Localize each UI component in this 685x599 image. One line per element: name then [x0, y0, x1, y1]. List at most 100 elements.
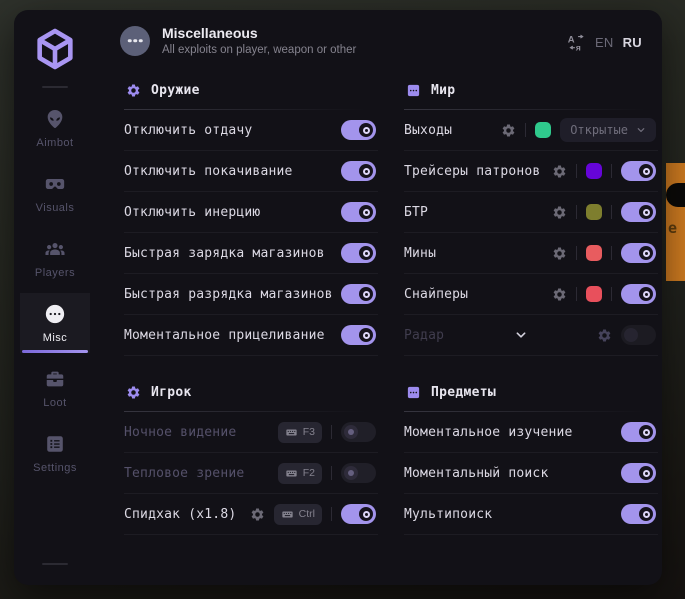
toggle-switch[interactable] — [341, 120, 376, 140]
feature-row: Выходы Открытые — [404, 110, 658, 151]
toggle-switch[interactable] — [621, 504, 656, 524]
feature-row: Трейсеры патронов — [404, 151, 658, 192]
hotkey-badge[interactable]: F2 — [278, 463, 322, 484]
row-controls — [341, 202, 376, 222]
settings-gear-button[interactable] — [250, 507, 265, 522]
expand-chevron-button[interactable] — [513, 327, 529, 343]
section-items: Предметы Моментальное изучение Моменталь… — [404, 372, 658, 535]
section-title: Предметы — [431, 385, 496, 400]
page-header: Miscellaneous All exploits on player, we… — [96, 10, 662, 62]
toggle-switch[interactable] — [341, 422, 376, 442]
alien-icon — [44, 108, 66, 130]
row-controls — [341, 243, 376, 263]
gear-icon — [552, 287, 567, 302]
row-controls — [552, 284, 656, 304]
toggle-switch[interactable] — [621, 284, 656, 304]
sidebar-item-players[interactable]: Players — [20, 228, 90, 288]
color-swatch-button[interactable] — [586, 204, 602, 220]
gear-icon — [552, 205, 567, 220]
feature-label: Моментальный поиск — [404, 466, 548, 481]
keyboard-icon — [285, 467, 298, 480]
toggle-switch[interactable] — [341, 325, 376, 345]
feature-row: Отключить инерцию — [124, 192, 378, 233]
sidebar-item-loot[interactable]: Loot — [20, 358, 90, 418]
toggle-knob — [344, 466, 358, 480]
section-rows: Отключить отдачу Отключить покачивание О… — [124, 110, 378, 356]
language-option-ru[interactable]: RU — [623, 35, 642, 50]
feature-row: Мины — [404, 233, 658, 274]
feature-row: Радар — [404, 315, 658, 356]
toggle-switch[interactable] — [341, 161, 376, 181]
section-rows: Выходы Открытые Трейсеры патронов БТР Ми… — [404, 110, 658, 356]
toggle-switch[interactable] — [341, 504, 376, 524]
feature-row: Быстрая разрядка магазинов — [124, 274, 378, 315]
section-title: Оружие — [151, 83, 200, 98]
gear-icon — [501, 123, 516, 138]
feature-row: Отключить покачивание — [124, 151, 378, 192]
feature-label: Трейсеры патронов — [404, 164, 540, 179]
row-controls — [621, 422, 656, 442]
column-left: Оружие Отключить отдачу Отключить покачи… — [124, 70, 378, 585]
toggle-knob — [359, 328, 373, 342]
color-swatch-button[interactable] — [586, 245, 602, 261]
background-billboard: е — [666, 163, 685, 281]
settings-gear-button[interactable] — [552, 246, 567, 261]
list-settings-icon — [44, 433, 66, 455]
section-weapons: Оружие Отключить отдачу Отключить покачи… — [124, 70, 378, 356]
toggle-switch[interactable] — [341, 463, 376, 483]
control-separator — [331, 507, 332, 521]
svg-text:я: я — [576, 42, 581, 52]
hotkey-badge[interactable]: F3 — [278, 422, 322, 443]
toggle-switch[interactable] — [621, 325, 656, 345]
row-controls: Ctrl — [250, 504, 376, 525]
row-controls — [621, 463, 656, 483]
settings-gear-button[interactable] — [552, 164, 567, 179]
toggle-knob — [639, 507, 653, 521]
toggle-switch[interactable] — [341, 202, 376, 222]
players-icon — [44, 238, 66, 260]
sidebar-item-misc[interactable]: Misc — [20, 293, 90, 353]
language-option-en[interactable]: EN — [595, 35, 614, 50]
app-logo-cube-icon — [32, 26, 78, 72]
feature-label: Спидхак (x1.8) — [124, 507, 236, 522]
control-separator — [576, 287, 577, 301]
hotkey-badge[interactable]: Ctrl — [274, 504, 322, 525]
row-controls — [341, 120, 376, 140]
sidebar-item-settings[interactable]: Settings — [20, 423, 90, 483]
dropdown-select[interactable]: Открытые — [560, 118, 656, 142]
svg-text:A: A — [568, 35, 575, 46]
gear-icon — [126, 385, 141, 400]
settings-gear-button[interactable] — [501, 123, 516, 138]
sidebar-item-aimbot[interactable]: Aimbot — [20, 98, 90, 158]
control-separator — [611, 246, 612, 260]
toggle-switch[interactable] — [341, 284, 376, 304]
color-swatch-button[interactable] — [586, 163, 602, 179]
toggle-knob — [359, 205, 373, 219]
toggle-switch[interactable] — [621, 463, 656, 483]
feature-label: Выходы — [404, 123, 452, 138]
hotkey-label: F3 — [303, 426, 315, 438]
control-separator — [576, 164, 577, 178]
row-controls: F3 — [278, 422, 376, 443]
language-switcher: Aя EN RU — [567, 29, 642, 52]
toggle-switch[interactable] — [621, 161, 656, 181]
settings-gear-button[interactable] — [552, 287, 567, 302]
feature-label: Отключить инерцию — [124, 205, 260, 220]
toggle-switch[interactable] — [621, 422, 656, 442]
gear-icon — [552, 164, 567, 179]
feature-row: БТР — [404, 192, 658, 233]
feature-label: Мины — [404, 246, 436, 261]
section-header: Оружие — [124, 70, 378, 109]
row-controls — [597, 325, 656, 345]
control-separator — [331, 466, 332, 480]
settings-gear-button[interactable] — [552, 205, 567, 220]
toggle-knob — [344, 425, 358, 439]
sidebar-item-visuals[interactable]: Visuals — [20, 163, 90, 223]
toggle-switch[interactable] — [341, 243, 376, 263]
toggle-switch[interactable] — [621, 243, 656, 263]
settings-gear-button[interactable] — [597, 328, 612, 343]
color-swatch-button[interactable] — [535, 122, 551, 138]
color-swatch-button[interactable] — [586, 286, 602, 302]
toggle-switch[interactable] — [621, 202, 656, 222]
dropdown-value: Открытые — [570, 123, 628, 137]
